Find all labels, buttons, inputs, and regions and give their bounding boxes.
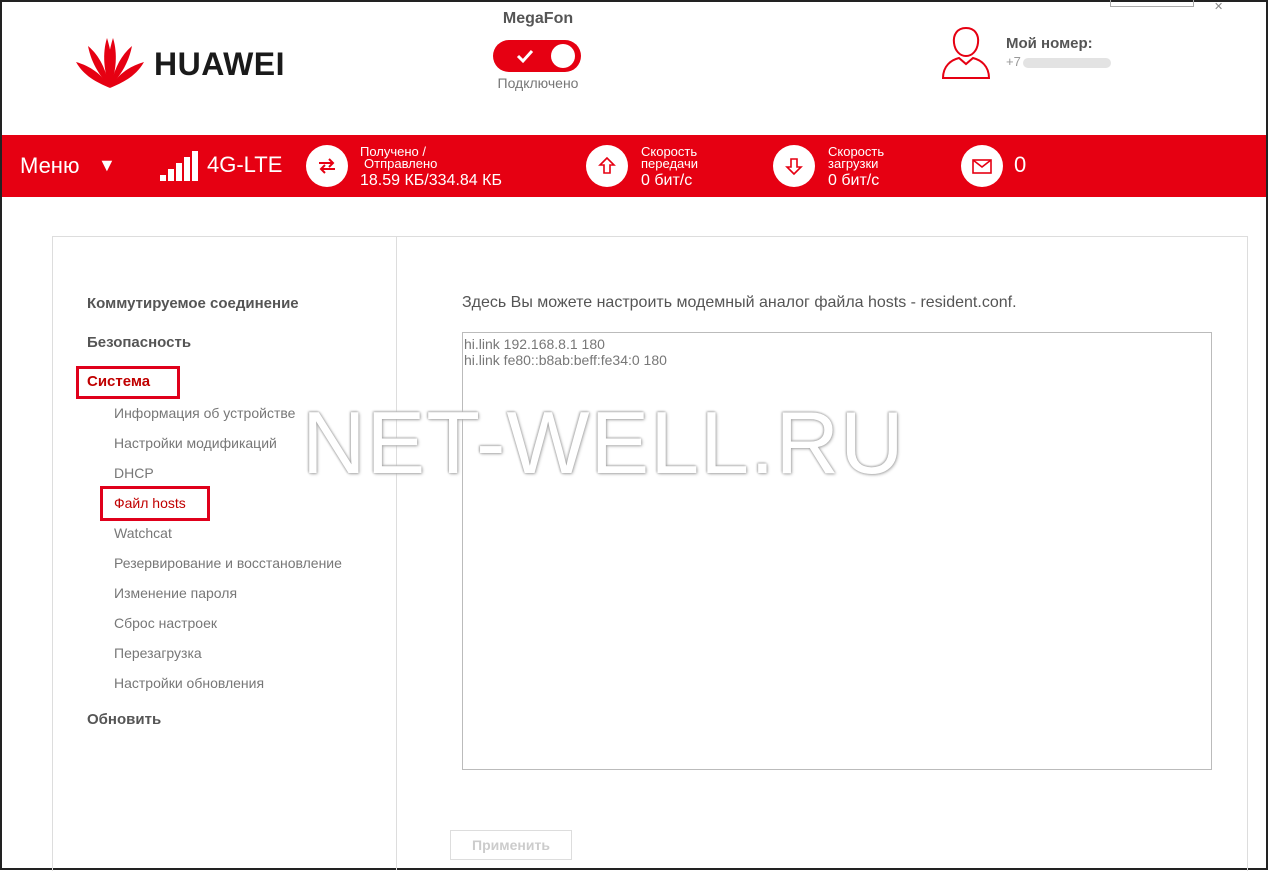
download-label-2: загрузки (828, 156, 879, 171)
close-icon[interactable]: ✕ (1214, 0, 1223, 13)
upload-arrow-icon (586, 145, 628, 187)
toggle-knob (551, 44, 575, 68)
my-number-label: Мой номер: (1006, 35, 1093, 52)
page-description: Здесь Вы можете настроить модемный анало… (462, 294, 1017, 311)
network-type: 4G-LTE (207, 152, 283, 177)
sidebar-item-security[interactable]: Безопасность (87, 334, 191, 351)
sidebar-item-dialup[interactable]: Коммутируемое соединение (87, 295, 299, 312)
apply-button[interactable]: Применить (450, 830, 572, 860)
connection-toggle[interactable] (493, 40, 581, 72)
sidebar-subitem-update-settings[interactable]: Настройки обновления (114, 675, 264, 691)
download-value: 0 бит/с (828, 172, 880, 189)
traffic-label-2: Отправлено (364, 156, 438, 171)
connection-status: Подключено (497, 75, 579, 91)
sidebar-subitem-backup[interactable]: Резервирование и восстановление (114, 555, 342, 571)
window-handle (1110, 0, 1194, 7)
sidebar-subitem-mod-settings[interactable]: Настройки модификаций (114, 435, 277, 451)
sidebar-item-update[interactable]: Обновить (87, 711, 161, 728)
sidebar-subitem-password[interactable]: Изменение пароля (114, 585, 237, 601)
sidebar-subitem-reset[interactable]: Сброс настроек (114, 615, 217, 631)
user-icon (941, 26, 991, 79)
sidebar-subitem-reboot[interactable]: Перезагрузка (114, 645, 202, 661)
carrier-name: MegaFon (502, 10, 574, 27)
sidebar-subitem-hosts[interactable]: Файл hosts (114, 495, 186, 511)
sidebar-subitem-device-info[interactable]: Информация об устройстве (114, 405, 295, 421)
signal-strength-icon (160, 151, 202, 181)
checkmark-icon (516, 49, 534, 64)
blurred-number (1022, 57, 1111, 68)
traffic-value: 18.59 КБ/334.84 КБ (360, 172, 502, 189)
messages-count: 0 (1014, 152, 1027, 177)
upload-value: 0 бит/с (641, 172, 693, 189)
menu-arrow-icon[interactable]: ▼ (98, 155, 116, 176)
sidebar-subitem-dhcp[interactable]: DHCP (114, 465, 154, 481)
download-arrow-icon (773, 145, 815, 187)
envelope-icon[interactable] (961, 145, 1003, 187)
upload-label-2: передачи (641, 156, 699, 171)
menu-button[interactable]: Меню (20, 153, 79, 179)
sidebar-item-system[interactable]: Система (87, 373, 150, 390)
my-number-prefix: +7 (1006, 54, 1021, 69)
sidebar-subitem-watchcat[interactable]: Watchcat (114, 525, 172, 541)
watermark-text: NET-WELL.RU (302, 393, 905, 492)
my-number-value: +7 (1006, 54, 1111, 69)
status-bar: Меню ▼ 4G-LTE Получено / Отправлено 18.5… (2, 135, 1266, 197)
traffic-icon (306, 145, 348, 187)
sidebar-divider (396, 236, 397, 870)
